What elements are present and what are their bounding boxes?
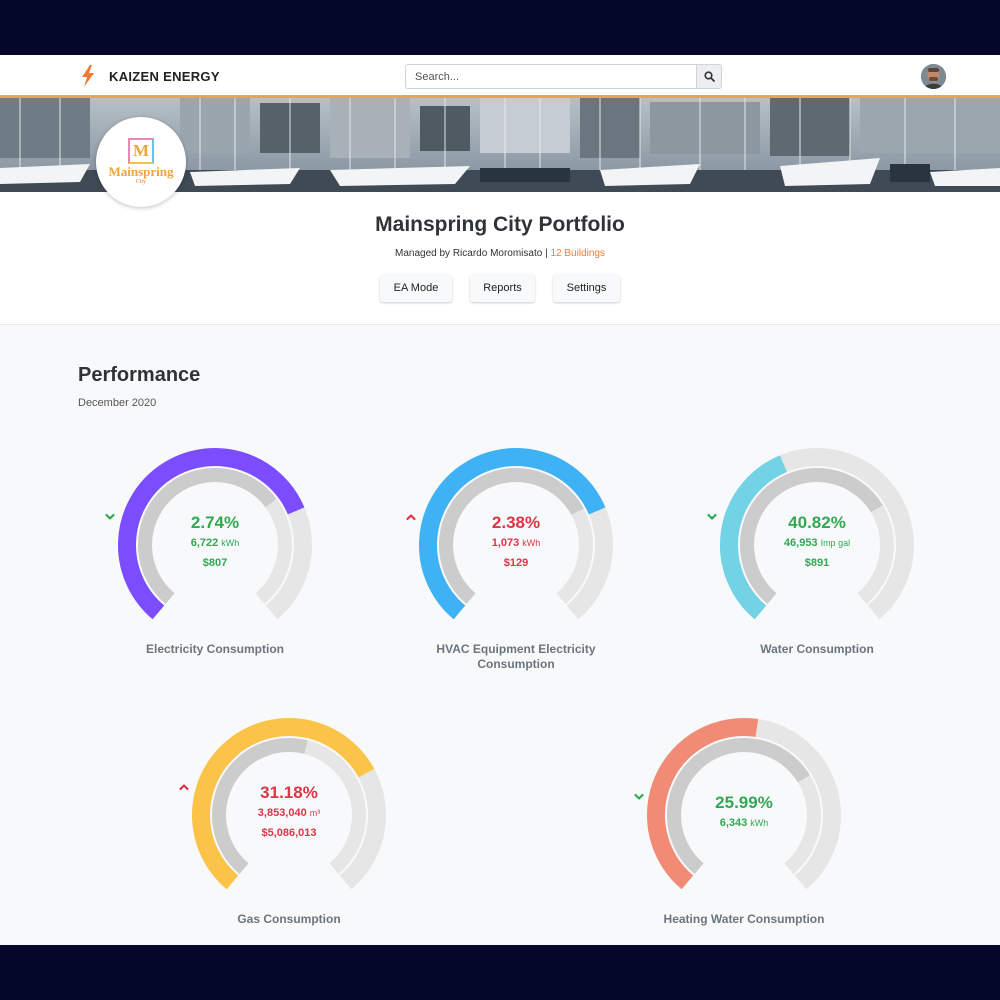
gauge-readout: 2.38% 1,073 kWh $129 [406, 513, 626, 569]
meta-separator: | [545, 248, 548, 259]
gauge-usage: 6,722 kWh [105, 537, 325, 549]
logo-subtitle: City [135, 179, 147, 185]
gauge-cost: $807 [202, 557, 228, 569]
gauge-label: Gas Consumption [237, 912, 341, 926]
gauge-label: Water Consumption [760, 642, 874, 656]
search-input[interactable] [405, 64, 696, 89]
chevron-up-icon [406, 514, 416, 521]
gauge-percent-value: 2.38% [491, 513, 541, 532]
performance-heading: Performance [78, 364, 201, 386]
gauge-readout: 31.18% 3,853,040 m³ $5,086,013 [179, 783, 399, 839]
gauge-usage-unit: Imp gal [820, 538, 851, 548]
gauge-usage-value: 6,722 [190, 537, 219, 549]
gauge-percent-change: 40.82% [707, 513, 927, 533]
gauge-percent-value: 2.74% [190, 513, 240, 532]
gauge-card[interactable]: 2.74% 6,722 kWh $807 Electricity Consumption [105, 445, 325, 685]
search-button[interactable] [696, 64, 722, 89]
gauge-card[interactable]: 2.38% 1,073 kWh $129 HVAC Equipment Electric… [406, 445, 626, 685]
user-avatar[interactable] [921, 64, 946, 89]
gauge-usage: 3,853,040 m³ [179, 807, 399, 819]
app-window: KAIZEN ENERGY Search... M Mainspring Cit… [0, 55, 1000, 945]
gauge-usage-unit: kWh [522, 538, 541, 548]
gauge-card[interactable]: 40.82% 46,953 Imp gal $891 Water Consumption [707, 445, 927, 685]
page-title: Mainspring City Portfolio [375, 213, 625, 236]
managed-by-text: Managed by Ricardo Moromisato [395, 248, 543, 259]
gauge-percent-value: 31.18% [260, 783, 318, 802]
gauge-readout: 25.99% 6,343 kWh [634, 793, 854, 829]
gauge-cost: $5,086,013 [261, 827, 317, 839]
brand-name: KAIZEN ENERGY [109, 68, 220, 84]
gauge-cost: $129 [503, 557, 529, 569]
top-navbar: KAIZEN ENERGY [0, 55, 1000, 98]
gauge-percent-value: 40.82% [788, 513, 846, 532]
portfolio-header: Mainspring City Portfolio Managed by Ric… [0, 192, 1000, 325]
settings-button[interactable]: Settings [553, 274, 620, 302]
gauge-label: HVAC Equipment Electricity Consumption [436, 642, 596, 671]
gauge-card[interactable]: 31.18% 3,853,040 m³ $5,086,013 Gas Consumpti… [179, 715, 399, 945]
gauge-label: Electricity Consumption [145, 642, 285, 656]
gauge-usage-unit: kWh [750, 818, 769, 828]
gauge-percent-change: 31.18% [179, 783, 399, 803]
gauge-readout: 2.74% 6,722 kWh $807 [105, 513, 325, 569]
chevron-up-icon [179, 784, 189, 791]
gauge-usage-value: 46,953 [783, 537, 818, 549]
gauge-card[interactable]: 25.99% 6,343 kWh Heating Water Consumption [634, 715, 854, 945]
gauge-percent-change: 2.74% [105, 513, 325, 533]
reports-button[interactable]: Reports [470, 274, 535, 302]
ea-mode-button[interactable]: EA Mode [380, 274, 452, 302]
gauge-usage-unit: m³ [309, 808, 321, 818]
gauge-readout: 40.82% 46,953 Imp gal $891 [707, 513, 927, 569]
logo-mark: M [128, 138, 154, 164]
avatar-image [921, 64, 946, 89]
lightning-bolt-icon [82, 65, 94, 87]
performance-date: December 2020 [78, 397, 157, 409]
gauge-usage: 6,343 kWh [634, 817, 854, 829]
gauge-percent-change: 25.99% [634, 793, 854, 813]
gauge-percent-value: 25.99% [715, 793, 773, 812]
gauge-usage-value: 3,853,040 [257, 807, 307, 819]
search-bar [405, 64, 722, 89]
portfolio-logo: M Mainspring City [96, 117, 186, 207]
logo-name: Mainspring [108, 164, 174, 179]
gauge-usage: 1,073 kWh [406, 537, 626, 549]
chevron-down-icon [105, 513, 115, 520]
gauge-usage-value: 1,073 [491, 537, 520, 549]
buildings-link[interactable]: 12 Buildings [550, 248, 604, 259]
chevron-down-icon [707, 513, 717, 520]
portfolio-actions: EA Mode Reports Settings [0, 274, 1000, 302]
search-icon [703, 71, 715, 82]
gauge-label: Heating Water Consumption [663, 912, 825, 926]
gauge-percent-change: 2.38% [406, 513, 626, 533]
gauge-usage: 46,953 Imp gal [707, 537, 927, 549]
gauge-usage-unit: kWh [221, 538, 240, 548]
portfolio-meta: Managed by Ricardo Moromisato | 12 Build… [0, 248, 1000, 259]
brand[interactable]: KAIZEN ENERGY [80, 65, 220, 87]
gauge-usage-value: 6,343 [719, 817, 748, 829]
gauge-cost: $891 [804, 557, 830, 569]
chevron-down-icon [634, 793, 644, 800]
